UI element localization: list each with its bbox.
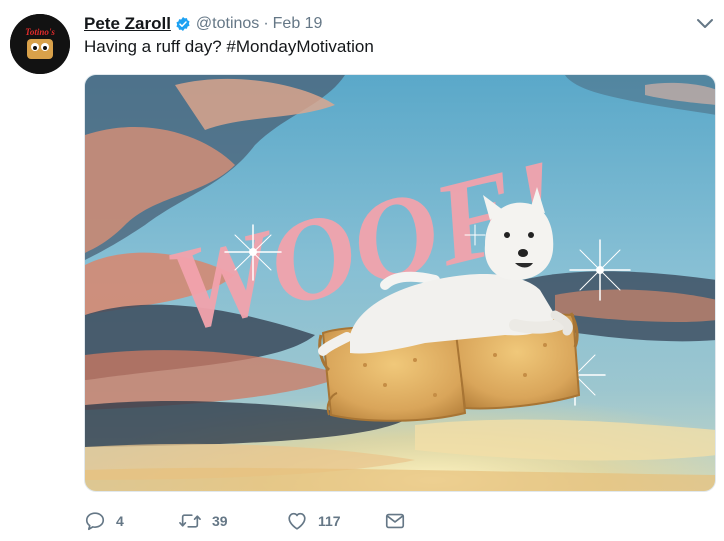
reply-icon — [84, 510, 106, 532]
user-handle[interactable]: @totinos — [196, 15, 259, 33]
envelope-icon — [384, 510, 406, 532]
tweet-card: Totino's Pete Zaroll @totinos · Feb 19 H… — [0, 0, 724, 541]
retweet-button[interactable]: 39 — [178, 510, 286, 532]
separator-dot: · — [263, 15, 269, 32]
avatar-logo-text: Totino's — [25, 27, 55, 37]
reply-count: 4 — [116, 513, 124, 529]
avatar[interactable]: Totino's — [10, 14, 70, 74]
tweet-actions: 4 39 117 — [84, 508, 424, 534]
retweet-count: 39 — [212, 513, 228, 529]
tweet-header: Pete Zaroll @totinos · Feb 19 — [84, 12, 322, 36]
chevron-down-icon[interactable] — [696, 16, 714, 30]
display-name[interactable]: Pete Zaroll — [84, 14, 171, 34]
tweet-text: Having a ruff day? #MondayMotivation — [84, 37, 374, 56]
like-count: 117 — [318, 513, 341, 529]
like-button[interactable]: 117 — [286, 510, 384, 532]
reply-button[interactable]: 4 — [84, 510, 178, 532]
retweet-icon — [178, 510, 202, 532]
tweet-media-image[interactable]: WOOF! — [84, 74, 716, 492]
verified-badge-icon — [175, 16, 191, 32]
tweet-date[interactable]: Feb 19 — [273, 15, 323, 33]
heart-icon — [286, 510, 308, 532]
direct-message-button[interactable] — [384, 510, 424, 532]
